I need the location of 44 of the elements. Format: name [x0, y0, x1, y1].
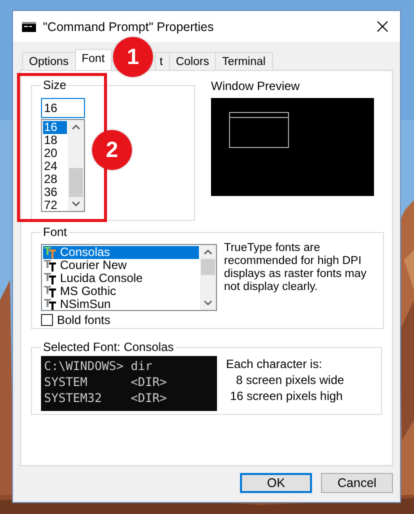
preview-label: Window Preview: [211, 79, 301, 93]
font-option[interactable]: MS Gothic: [43, 285, 199, 298]
cancel-button[interactable]: Cancel: [321, 473, 393, 493]
size-option[interactable]: 36: [43, 186, 67, 199]
font-option[interactable]: NSimSun: [43, 298, 199, 310]
size-option[interactable]: 18: [43, 134, 67, 147]
ok-button[interactable]: OK: [240, 473, 312, 493]
console-line: SYSTEM <DIR>: [44, 374, 168, 390]
tab[interactable]: Options: [22, 52, 76, 70]
truetype-icon: [44, 260, 57, 272]
scrollbar-thumb[interactable]: [201, 259, 215, 275]
info-line: 16 screen pixels high: [229, 388, 344, 404]
truetype-icon: [44, 286, 57, 298]
tab[interactable]: t: [154, 52, 170, 70]
size-option[interactable]: 72: [43, 199, 67, 211]
scrollbar[interactable]: [68, 120, 84, 211]
console-line: SYSTEM32 <DIR>: [44, 390, 168, 406]
tab[interactable]: Terminal: [215, 52, 273, 70]
font-note: TrueType fonts are recommended for high DPI displays as raster fonts may not display clearly.: [224, 242, 368, 295]
font-option[interactable]: Lucida Console: [43, 272, 199, 285]
checkbox[interactable]: [41, 314, 53, 326]
group-label: Size: [42, 78, 68, 92]
size-option[interactable]: 20: [43, 147, 67, 160]
mini-window-drawing: [229, 112, 289, 148]
group-label: Font: [42, 225, 68, 239]
size-option[interactable]: 28: [43, 173, 67, 186]
scrollbar[interactable]: [200, 245, 216, 310]
tab[interactable]: Font: [74, 49, 112, 70]
info-line: 8 screen pixels wide: [235, 372, 344, 388]
truetype-icon: [44, 272, 57, 284]
truetype-icon: [44, 246, 57, 258]
font-option[interactable]: Courier New: [43, 259, 199, 272]
info-line: Each character is:: [226, 356, 324, 372]
font-option[interactable]: Consolas: [43, 246, 199, 259]
console-line: C:\WINDOWS> dir: [44, 358, 154, 374]
checkbox-label: Bold fonts: [57, 313, 110, 327]
size-field[interactable]: 16: [41, 98, 85, 118]
console-icon: [22, 22, 36, 32]
group-label: Selected Font: Consolas: [42, 340, 175, 354]
window-title: "Command Prompt" Properties: [43, 20, 215, 34]
size-option[interactable]: 24: [43, 160, 67, 173]
close-icon[interactable]: [377, 21, 388, 32]
scrollbar-thumb[interactable]: [69, 168, 83, 197]
size-option[interactable]: 16: [43, 121, 67, 134]
